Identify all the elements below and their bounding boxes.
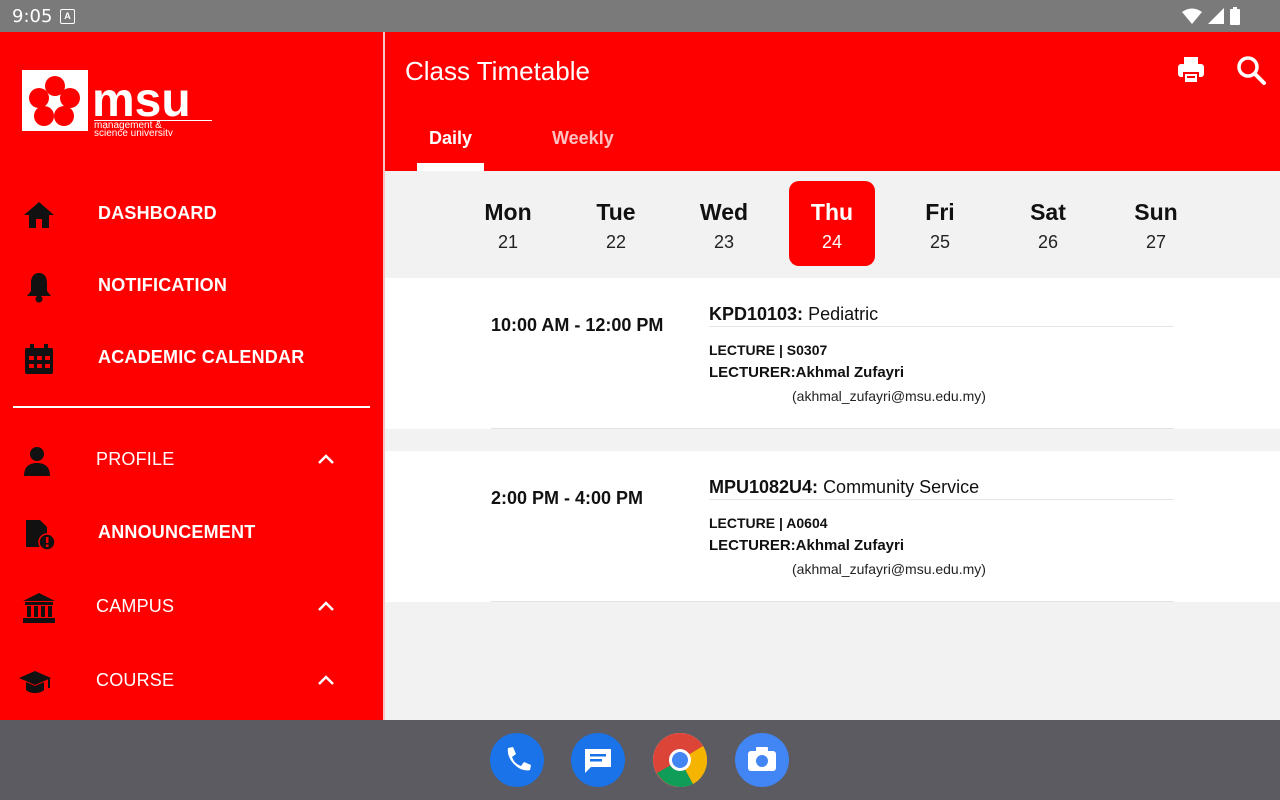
card-divider bbox=[491, 601, 1174, 602]
page-title: Class Timetable bbox=[405, 56, 590, 86]
nav-item-profile[interactable]: PROFILE bbox=[0, 430, 383, 490]
chevron-up-icon[interactable] bbox=[314, 448, 338, 472]
status-bar: 9:05 A bbox=[0, 0, 1280, 32]
svg-text:science university: science university bbox=[94, 128, 173, 136]
nav-item-academic-calendar[interactable]: ACADEMIC CALENDAR bbox=[0, 328, 383, 388]
tab-indicator bbox=[417, 163, 484, 171]
lecturer-email[interactable]: (akhmal_zufayri@msu.edu.my) bbox=[792, 561, 986, 577]
status-time: 9:05 bbox=[12, 6, 53, 27]
messages-icon[interactable] bbox=[571, 733, 625, 787]
bell-icon bbox=[27, 273, 51, 303]
nav-item-label: ACADEMIC CALENDAR bbox=[98, 347, 305, 367]
institution-icon bbox=[23, 593, 55, 623]
print-icon[interactable] bbox=[1175, 54, 1207, 86]
home-icon bbox=[24, 202, 54, 228]
announcement-icon bbox=[26, 520, 56, 551]
nav-item-label: NOTIFICATION bbox=[98, 275, 228, 295]
lecturer-name: Akhmal Zufayri bbox=[795, 537, 905, 554]
nav-item-course[interactable]: COURSE bbox=[0, 651, 383, 711]
app-bar: Class Timetable Daily Weekly bbox=[385, 32, 1280, 171]
course-underline bbox=[709, 499, 1174, 500]
notification-badge: A bbox=[60, 9, 75, 24]
calendar-icon bbox=[25, 344, 53, 374]
class-type-room: LECTURE | A0604 bbox=[709, 515, 828, 531]
battery-icon bbox=[1230, 7, 1240, 25]
day-sat[interactable]: Sat 26 bbox=[1005, 181, 1091, 266]
nav-item-label: CAMPUS bbox=[96, 596, 175, 616]
nav-item-label: PROFILE bbox=[96, 449, 175, 469]
day-tue[interactable]: Tue 22 bbox=[573, 181, 659, 266]
day-thu[interactable]: Thu 24 bbox=[789, 181, 875, 266]
day-mon[interactable]: Mon 21 bbox=[465, 181, 551, 266]
class-course: KPD10103: Pediatric bbox=[709, 304, 878, 325]
graduation-cap-icon bbox=[19, 671, 51, 693]
drawer-divider bbox=[13, 406, 370, 408]
nav-item-notification[interactable]: NOTIFICATION bbox=[0, 256, 383, 316]
nav-item-campus[interactable]: CAMPUS bbox=[0, 577, 383, 637]
tab-daily[interactable]: Daily bbox=[429, 128, 472, 149]
person-icon bbox=[24, 447, 50, 476]
day-selector: Mon 21 Tue 22 Wed 23 Thu 24 Fri 25 Sat 26 Sun 2… bbox=[385, 171, 1280, 278]
day-fri[interactable]: Fri 25 bbox=[897, 181, 983, 266]
course-underline bbox=[709, 326, 1174, 327]
lecturer-email[interactable]: (akhmal_zufayri@msu.edu.my) bbox=[792, 388, 986, 404]
course-code: MPU1082U4: bbox=[709, 477, 819, 497]
lecturer-line: LECTURER:Akhmal Zufayri bbox=[709, 537, 905, 554]
day-sun[interactable]: Sun 27 bbox=[1113, 181, 1199, 266]
chevron-up-icon[interactable] bbox=[314, 595, 338, 619]
system-nav-bar bbox=[0, 720, 1280, 800]
course-name: Pediatric bbox=[808, 304, 879, 324]
navigation-drawer: msu management & science university DASH… bbox=[0, 32, 383, 720]
day-wed[interactable]: Wed 23 bbox=[681, 181, 767, 266]
nav-item-label: COURSE bbox=[96, 670, 175, 690]
nav-item-dashboard[interactable]: DASHBOARD bbox=[0, 184, 383, 244]
lecturer-line: LECTURER:Akhmal Zufayri bbox=[709, 364, 905, 381]
msu-logo: msu management & science university bbox=[22, 70, 212, 136]
nav-item-label: ANNOUNCEMENT bbox=[98, 522, 256, 542]
class-course: MPU1082U4: Community Service bbox=[709, 477, 979, 498]
phone-icon[interactable] bbox=[490, 733, 544, 787]
card-divider bbox=[491, 428, 1174, 429]
nav-item-label: DASHBOARD bbox=[98, 203, 217, 223]
nav-item-announcement[interactable]: ANNOUNCEMENT bbox=[0, 503, 383, 563]
status-icons bbox=[1182, 7, 1240, 25]
course-code: KPD10103: bbox=[709, 304, 804, 324]
signal-icon bbox=[1208, 8, 1224, 24]
search-icon[interactable] bbox=[1235, 54, 1267, 86]
chevron-up-icon[interactable] bbox=[314, 669, 338, 693]
camera-icon[interactable] bbox=[735, 733, 789, 787]
class-card[interactable]: 2:00 PM - 4:00 PM MPU1082U4: Community S… bbox=[385, 451, 1280, 602]
class-type-room: LECTURE | S0307 bbox=[709, 342, 828, 358]
wifi-icon bbox=[1182, 8, 1202, 24]
chrome-icon[interactable] bbox=[653, 733, 708, 787]
tab-weekly[interactable]: Weekly bbox=[552, 128, 614, 149]
class-card[interactable]: 10:00 AM - 12:00 PM KPD10103: Pediatric … bbox=[385, 278, 1280, 429]
course-name: Community Service bbox=[823, 477, 980, 497]
class-time: 10:00 AM - 12:00 PM bbox=[491, 315, 664, 335]
class-time: 2:00 PM - 4:00 PM bbox=[491, 488, 644, 508]
lecturer-name: Akhmal Zufayri bbox=[795, 364, 905, 381]
